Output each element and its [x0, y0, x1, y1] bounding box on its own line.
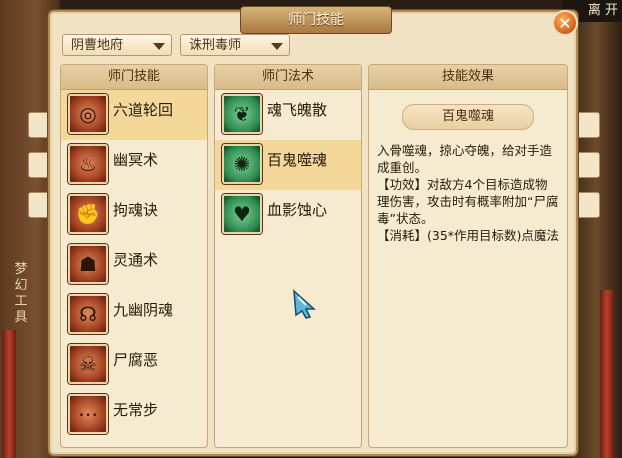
school-skills-dialog: 师门技能 ✕ 阴曹地府 诛刑毒师 师门技能 ◎ 六道轮回 ♨ 幽冥术 ✊ 拘魂诀…: [48, 6, 578, 456]
spells-header: 师门法术: [215, 65, 361, 90]
close-icon: ✕: [558, 14, 572, 33]
hundred-ghosts-icon: ✺: [222, 144, 262, 184]
chevron-down-icon: [271, 43, 283, 50]
skill-label: 灵通术: [113, 251, 159, 269]
skill-label: 拘魂诀: [113, 201, 159, 219]
fist-icon: ✊: [68, 194, 108, 234]
soul-scatter-icon: ❦: [222, 94, 262, 134]
specialty-dropdown-value: 诛刑毒师: [189, 38, 242, 53]
blood-heart-icon: ♥: [222, 194, 262, 234]
effect-line: 【消耗】(35*作用目标数)点魔法: [377, 228, 559, 243]
skill-item[interactable]: ✊ 拘魂诀: [61, 190, 207, 240]
skill-item[interactable]: ⋯ 无常步: [61, 390, 207, 440]
skill-label: 无常步: [113, 401, 159, 419]
skill-item[interactable]: ◎ 六道轮回: [61, 90, 207, 140]
spirit-icon: ☗: [68, 244, 108, 284]
skill-label: 尸腐恶: [113, 351, 159, 369]
spell-label: 魂飞魄散: [267, 101, 328, 119]
close-button[interactable]: ✕: [552, 10, 578, 36]
school-dropdown-value: 阴曹地府: [71, 38, 124, 53]
background-vertical-sign: 梦 幻 工 具: [14, 262, 28, 325]
ghost-icon: ♨: [68, 144, 108, 184]
skill-item[interactable]: ♨ 幽冥术: [61, 140, 207, 190]
effect-panel: 技能效果 百鬼噬魂 入骨噬魂，掠心夺魄，给对手造成重创。 【功效】对敌方4个目标…: [368, 64, 568, 448]
spell-item[interactable]: ❦ 魂飞魄散: [215, 90, 361, 140]
skill-item[interactable]: ☗ 灵通术: [61, 240, 207, 290]
specialty-dropdown[interactable]: 诛刑毒师: [180, 34, 290, 56]
souls-icon: ☊: [68, 294, 108, 334]
school-dropdown[interactable]: 阴曹地府: [62, 34, 172, 56]
skills-header: 师门技能: [61, 65, 207, 90]
skill-item[interactable]: ☠ 尸腐恶: [61, 340, 207, 390]
effect-title: 百鬼噬魂: [402, 104, 534, 130]
background-pillar: [600, 290, 614, 458]
skill-label: 九幽阴魂: [113, 301, 174, 319]
cursor-icon: [293, 289, 316, 319]
footsteps-icon: ⋯: [68, 394, 108, 434]
skull-icon: ☠: [68, 344, 108, 384]
effect-header: 技能效果: [369, 65, 567, 90]
effect-description: 入骨噬魂，掠心夺魄，给对手造成重创。 【功效】对敌方4个目标造成物理伤害，攻击时…: [377, 142, 559, 244]
background-right-scenery: [572, 0, 622, 458]
skill-label: 六道轮回: [113, 101, 174, 119]
chevron-down-icon: [153, 43, 165, 50]
skill-label: 幽冥术: [113, 151, 159, 169]
spell-label: 百鬼噬魂: [267, 151, 328, 169]
dialog-title: 师门技能: [240, 6, 392, 34]
spell-label: 血影蚀心: [267, 201, 328, 219]
effect-line: 入骨噬魂，掠心夺魄，给对手造成重创。: [377, 143, 553, 175]
spell-item[interactable]: ♥ 血影蚀心: [215, 190, 361, 240]
spell-item[interactable]: ✺ 百鬼噬魂: [215, 140, 361, 190]
background-pillar: [2, 330, 16, 458]
effect-line: 【功效】对敌方4个目标造成物理伤害，攻击时有概率附加“尸腐毒”状态。: [377, 177, 559, 226]
skills-panel: 师门技能 ◎ 六道轮回 ♨ 幽冥术 ✊ 拘魂诀 ☗ 灵通术 ☊ 九幽阴魂 ☠ 尸…: [60, 64, 208, 448]
spells-panel: 师门法术 ❦ 魂飞魄散 ✺ 百鬼噬魂 ♥ 血影蚀心: [214, 64, 362, 448]
skill-item[interactable]: ☊ 九幽阴魂: [61, 290, 207, 340]
wheel-icon: ◎: [68, 94, 108, 134]
